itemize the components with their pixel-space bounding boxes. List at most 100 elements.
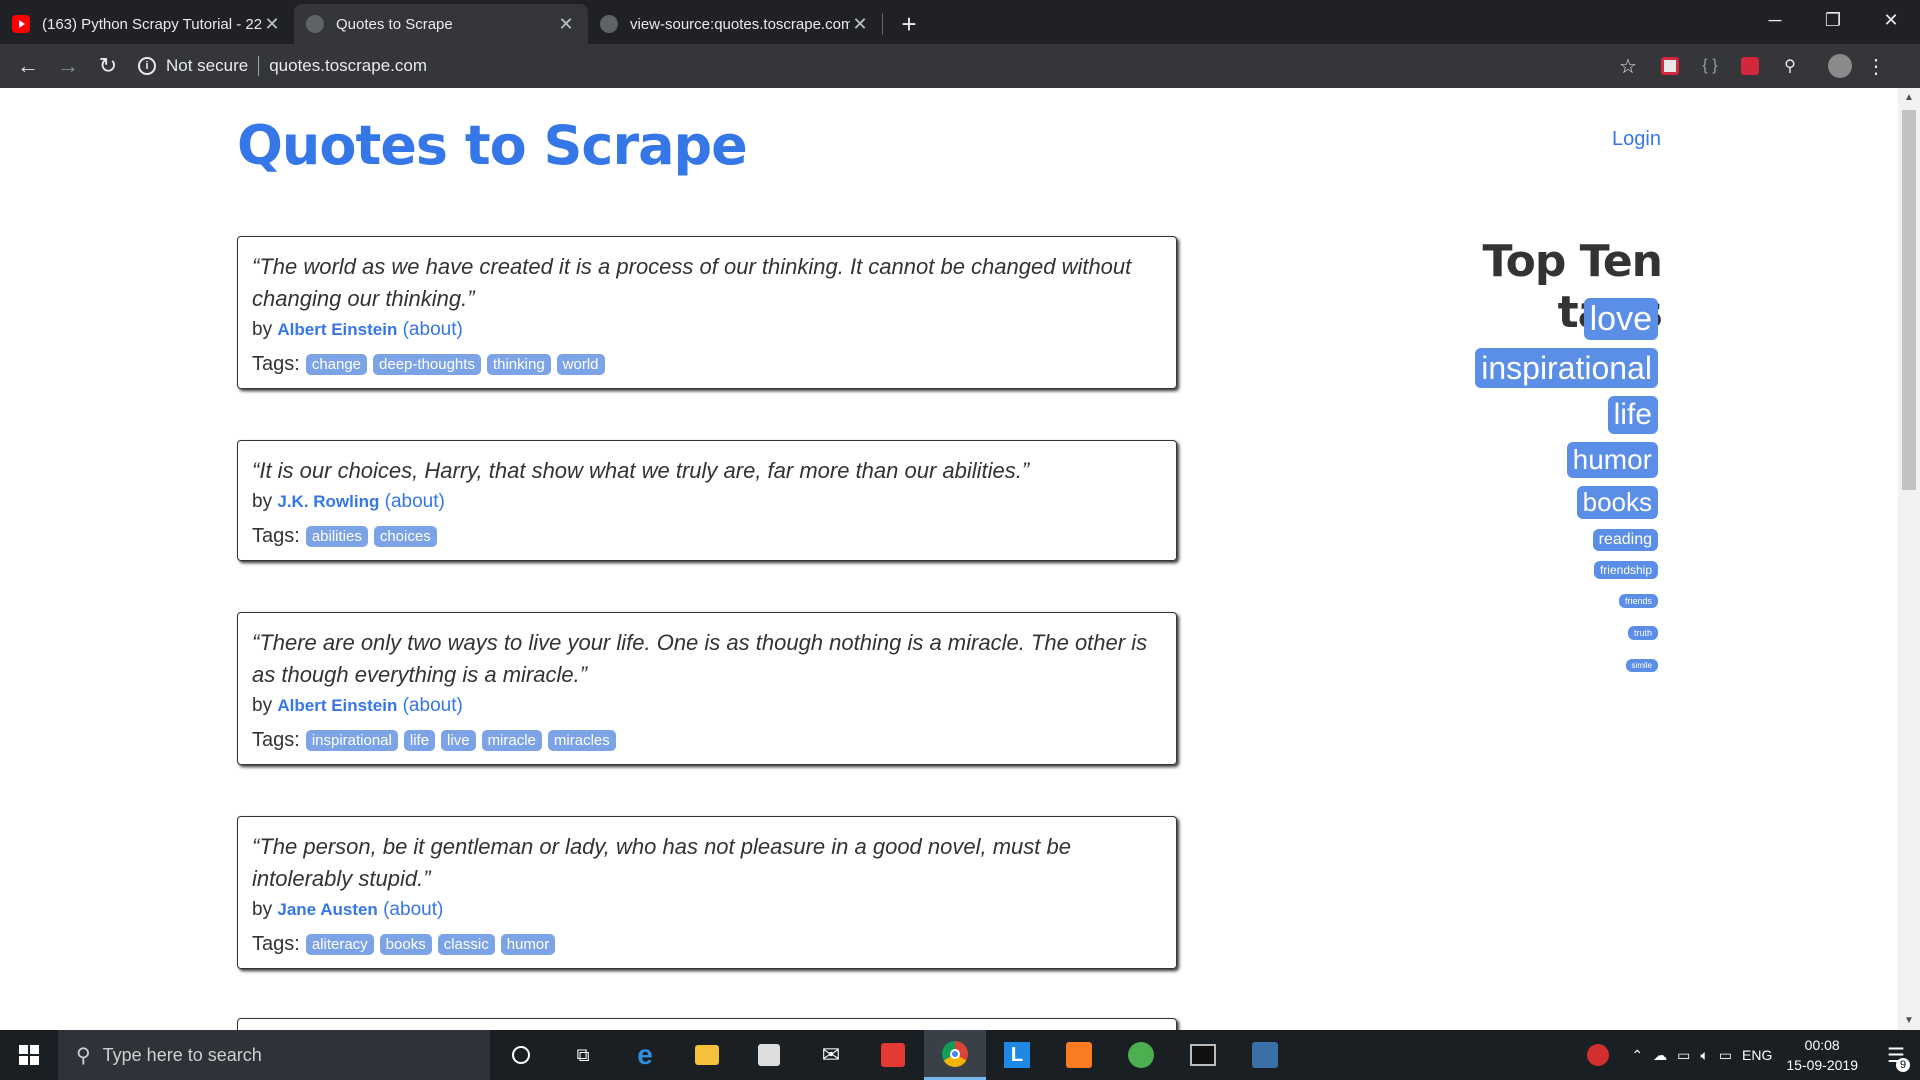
tags-label: Tags: (252, 933, 300, 955)
task-view-icon[interactable]: ⧉ (552, 1030, 614, 1080)
restore-button[interactable]: ❐ (1804, 0, 1862, 40)
about-link[interactable]: (about) (385, 491, 445, 512)
quote-tags: Tags: aliteracy books classic humor (252, 933, 1162, 956)
start-button[interactable] (0, 1030, 58, 1080)
tag-link[interactable]: life (403, 730, 436, 751)
chrome-icon[interactable] (924, 1030, 986, 1080)
quote-byline: by J.K. Rowling (about) (252, 491, 1162, 513)
tab-youtube[interactable]: (163) Python Scrapy Tutorial - 22 ✕ (0, 4, 294, 44)
login-link[interactable]: Login (1612, 128, 1661, 151)
scroll-up-icon[interactable]: ▲ (1898, 92, 1920, 103)
scrollbar-thumb[interactable] (1902, 110, 1916, 490)
l-app-icon[interactable]: L (986, 1030, 1048, 1080)
menu-icon[interactable]: ⋮ (1860, 50, 1892, 82)
cloud-tag[interactable]: life (1607, 396, 1658, 434)
url-text[interactable]: quotes.toscrape.com (269, 56, 427, 76)
author-name: J.K. Rowling (277, 492, 380, 511)
tag-link[interactable]: humor (500, 934, 556, 955)
quote-card (237, 1018, 1177, 1030)
windows-logo-icon (19, 1045, 39, 1065)
tag-link[interactable]: miracles (547, 730, 616, 751)
close-window-button[interactable]: ✕ (1862, 0, 1920, 40)
cloud-tag[interactable]: friends (1618, 594, 1658, 608)
tag-link[interactable]: miracle (481, 730, 542, 751)
about-link[interactable]: (about) (403, 319, 463, 340)
cloud-tag[interactable]: inspirational (1475, 348, 1658, 388)
store-icon[interactable] (738, 1030, 800, 1080)
forward-button[interactable]: → (48, 46, 88, 86)
battery-icon[interactable]: ▭ (1719, 1047, 1732, 1064)
close-tab-icon[interactable]: ✕ (850, 14, 870, 35)
close-tab-icon[interactable]: ✕ (262, 14, 282, 35)
cortana-icon[interactable] (490, 1030, 552, 1080)
tag-link[interactable]: deep-thoughts (373, 354, 481, 375)
by-label: by (252, 491, 273, 512)
volume-icon[interactable]: 🔈︎ (1700, 1047, 1708, 1064)
xampp-icon[interactable] (1048, 1030, 1110, 1080)
site-title[interactable]: Quotes to Scrape (237, 114, 748, 177)
edge-icon[interactable]: e (614, 1030, 676, 1080)
tag-link[interactable]: world (556, 354, 605, 375)
quote-text: “There are only two ways to live your li… (252, 630, 1148, 687)
cloud-tag[interactable]: love (1583, 298, 1658, 340)
search-placeholder[interactable]: Type here to search (103, 1045, 262, 1066)
tags-label: Tags: (252, 353, 300, 375)
back-button[interactable]: ← (8, 46, 48, 86)
quote-card: “It is our choices, Harry, that show wha… (237, 440, 1177, 561)
pocket-extension-icon[interactable] (1654, 50, 1686, 82)
tag-link[interactable]: thinking (486, 354, 551, 375)
mail-icon[interactable]: ✉ (800, 1030, 862, 1080)
terminal-icon[interactable] (1172, 1030, 1234, 1080)
tag-link[interactable]: live (441, 730, 476, 751)
tag-link[interactable]: aliteracy (305, 934, 374, 955)
atom-icon[interactable] (1110, 1030, 1172, 1080)
cloud-tag[interactable]: books (1576, 486, 1658, 519)
json-extension-icon[interactable]: { } (1694, 50, 1726, 82)
bookmark-star-icon[interactable]: ☆ (1612, 50, 1644, 82)
tab-view-source[interactable]: view-source:quotes.toscrape.com ✕ (588, 4, 882, 44)
file-explorer-icon[interactable] (676, 1030, 738, 1080)
scroll-down-icon[interactable]: ▼ (1898, 1015, 1920, 1026)
cloud-tag[interactable]: simile (1625, 659, 1658, 672)
cloud-tag[interactable]: truth (1627, 626, 1658, 640)
reload-button[interactable]: ↻ (88, 46, 128, 86)
security-label[interactable]: Not secure (166, 56, 248, 76)
search-extension-icon[interactable]: ⚲ (1774, 50, 1806, 82)
red-extension-icon[interactable] (1734, 50, 1766, 82)
tag-link[interactable]: abilities (305, 526, 368, 547)
address-bar[interactable]: i Not secure quotes.toscrape.com (138, 50, 1648, 82)
media-app-icon[interactable] (862, 1030, 924, 1080)
quote-card: “The person, be it gentleman or lady, wh… (237, 816, 1177, 969)
vscode-icon[interactable] (1234, 1030, 1296, 1080)
by-label: by (252, 899, 273, 920)
cloud-tag[interactable]: reading (1592, 529, 1658, 551)
tab-quotes[interactable]: Quotes to Scrape ✕ (294, 4, 588, 44)
cloud-tag[interactable]: friendship (1593, 561, 1658, 579)
tag-link[interactable]: books (379, 934, 432, 955)
tag-link[interactable]: inspirational (305, 730, 398, 751)
tag-link[interactable]: choices (373, 526, 437, 547)
author-name: Jane Austen (277, 900, 378, 919)
cloud-tag[interactable]: humor (1566, 442, 1658, 478)
profile-avatar[interactable] (1824, 50, 1856, 82)
by-label: by (252, 695, 273, 716)
notification-center-icon[interactable]: ☰ 9 (1872, 1043, 1920, 1072)
tag-link[interactable]: classic (437, 934, 495, 955)
language-indicator[interactable]: ENG (1742, 1047, 1772, 1063)
clock[interactable]: 00:08 15-09-2019 (1786, 1035, 1858, 1075)
minimize-button[interactable]: ─ (1746, 0, 1804, 40)
onedrive-icon[interactable]: ☁ (1653, 1047, 1667, 1064)
info-icon[interactable]: i (138, 57, 156, 75)
tag-link[interactable]: change (305, 354, 368, 375)
new-tab-button[interactable]: + (889, 4, 929, 44)
about-link[interactable]: (about) (383, 899, 443, 920)
taskbar-search[interactable]: ⚲ Type here to search (58, 1030, 490, 1080)
network-icon[interactable]: ▭ (1677, 1047, 1690, 1064)
security-app-icon[interactable] (1587, 1044, 1610, 1066)
page-scrollbar[interactable]: ▲ ▼ (1898, 88, 1920, 1030)
close-tab-icon[interactable]: ✕ (556, 14, 576, 35)
show-hidden-icons-icon[interactable]: ⌃ (1631, 1047, 1643, 1064)
quote-tags: Tags: inspirational life live miracle mi… (252, 729, 1162, 752)
about-link[interactable]: (about) (403, 695, 463, 716)
quote-text: “The person, be it gentleman or lady, wh… (252, 834, 1071, 891)
